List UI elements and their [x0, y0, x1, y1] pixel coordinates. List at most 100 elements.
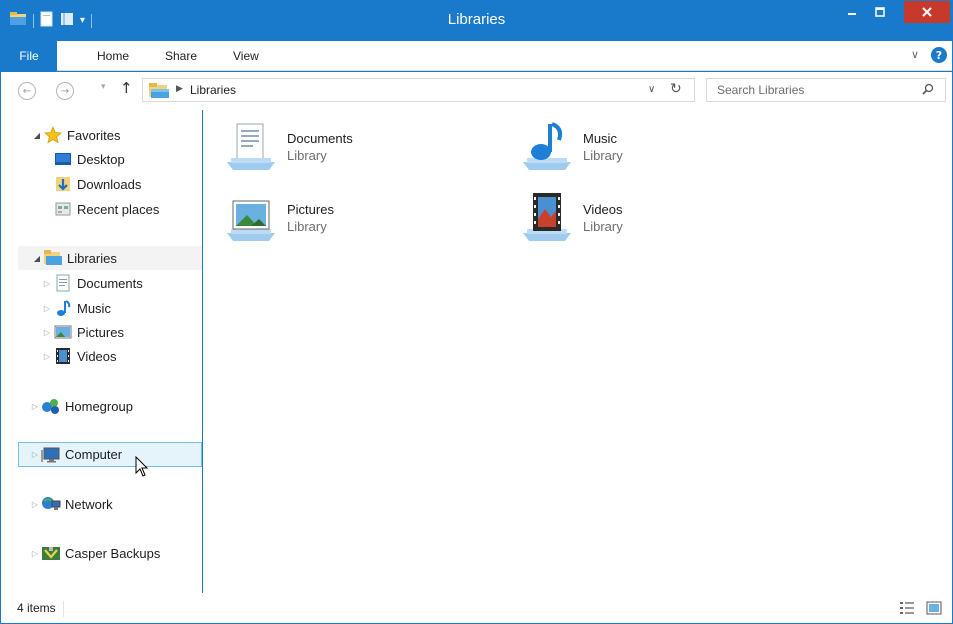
nav-pictures-label: Pictures — [77, 324, 124, 340]
nav-network[interactable]: ▷ Network — [29, 492, 113, 516]
refresh-icon[interactable]: ↻ — [670, 81, 682, 97]
tab-share[interactable]: Share — [165, 49, 197, 63]
tab-view[interactable]: View — [233, 49, 259, 63]
up-arrow-button[interactable]: ↑ — [120, 79, 133, 97]
pictures-icon — [53, 323, 73, 341]
status-separator — [63, 601, 64, 617]
library-type: Library — [287, 148, 327, 163]
expanded-arrow-icon[interactable]: ◢ — [31, 254, 43, 263]
nav-downloads[interactable]: Downloads — [53, 172, 141, 196]
nav-videos[interactable]: ▷ Videos — [41, 344, 117, 368]
nav-libraries-label: Libraries — [67, 250, 117, 266]
title-bar: ▾ Libraries — [1, 1, 952, 41]
ribbon-tabs: File Home Share View ∨ ? — [1, 41, 952, 71]
recent-locations-dropdown[interactable]: ▾ — [101, 82, 106, 92]
forward-arrow-icon: → — [60, 85, 70, 97]
window-title: Libraries — [447, 11, 506, 28]
minimize-icon — [848, 13, 856, 15]
back-button[interactable]: ← — [18, 82, 36, 100]
mouse-cursor-icon — [135, 456, 149, 477]
close-button[interactable] — [904, 1, 950, 23]
breadcrumb-chevron-icon[interactable]: ▶ — [176, 84, 183, 94]
navigation-pane: ◢ Favorites Desktop Downloads Recent pla… — [1, 110, 202, 593]
nav-computer[interactable]: ▷ Computer — [18, 442, 202, 467]
casper-backups-icon — [41, 544, 61, 562]
pictures-library-icon — [227, 200, 275, 241]
nav-music-label: Music — [77, 300, 111, 316]
close-icon — [922, 7, 932, 17]
downloads-icon — [53, 175, 73, 193]
music-icon — [53, 299, 73, 317]
details-view-icon — [900, 602, 914, 614]
computer-icon — [41, 446, 61, 464]
collapsed-arrow-icon[interactable]: ▷ — [29, 402, 41, 411]
help-icon[interactable]: ? — [931, 47, 947, 63]
tab-home[interactable]: Home — [97, 49, 129, 63]
library-name: Documents — [287, 131, 353, 146]
nav-documents[interactable]: ▷ Documents — [41, 271, 143, 295]
collapsed-arrow-icon[interactable]: ▷ — [41, 304, 53, 313]
content-pane: Documents Library Music Library Pictures… — [203, 110, 952, 593]
videos-library-icon — [523, 193, 571, 241]
minimize-button[interactable] — [839, 1, 865, 23]
address-dropdown-icon[interactable]: ∨ — [648, 84, 655, 95]
music-library-icon — [523, 122, 571, 170]
search-input[interactable] — [711, 81, 911, 99]
nav-documents-label: Documents — [77, 275, 143, 291]
nav-downloads-label: Downloads — [77, 176, 142, 192]
libraries-icon — [43, 249, 63, 267]
library-tile-pictures[interactable]: Pictures Library — [223, 189, 463, 245]
nav-favorites[interactable]: ◢ Favorites — [31, 123, 120, 147]
maximize-icon — [875, 7, 885, 17]
tab-file[interactable]: File — [1, 41, 57, 71]
nav-homegroup[interactable]: ▷ Homegroup — [29, 394, 133, 418]
nav-music[interactable]: ▷ Music — [41, 296, 111, 320]
navigation-bar: ← → ▾ ↑ ▶ Libraries ∨ ↻ — [1, 72, 952, 110]
item-count: 4 items — [17, 601, 56, 615]
desktop-icon — [53, 150, 73, 168]
expanded-arrow-icon[interactable]: ◢ — [31, 131, 43, 140]
library-tile-music[interactable]: Music Library — [519, 118, 759, 174]
recent-places-icon — [53, 200, 73, 218]
search-icon[interactable] — [921, 83, 935, 100]
nav-favorites-label: Favorites — [67, 127, 121, 143]
collapsed-arrow-icon[interactable]: ▷ — [29, 450, 41, 459]
collapsed-arrow-icon[interactable]: ▷ — [41, 279, 53, 288]
maximize-button[interactable] — [867, 1, 893, 23]
collapsed-arrow-icon[interactable]: ▷ — [29, 549, 41, 558]
nav-computer-label: Computer — [65, 447, 123, 462]
collapsed-arrow-icon[interactable]: ▷ — [29, 500, 41, 509]
nav-libraries[interactable]: ◢ Libraries — [18, 246, 202, 270]
nav-desktop-label: Desktop — [77, 151, 125, 167]
network-icon — [41, 495, 61, 513]
nav-recent-places[interactable]: Recent places — [53, 197, 159, 221]
library-tile-videos[interactable]: Videos Library — [519, 189, 759, 245]
library-type: Library — [287, 219, 327, 234]
search-box[interactable] — [706, 78, 946, 102]
libraries-icon — [148, 83, 170, 102]
nav-videos-label: Videos — [77, 348, 117, 364]
collapsed-arrow-icon[interactable]: ▷ — [41, 352, 53, 361]
breadcrumb-libraries[interactable]: Libraries — [190, 83, 236, 97]
back-arrow-icon: ← — [22, 85, 32, 97]
collapsed-arrow-icon[interactable]: ▷ — [41, 328, 53, 337]
forward-button[interactable]: → — [56, 82, 74, 100]
library-name: Videos — [583, 202, 623, 217]
nav-casper-backups-label: Casper Backups — [65, 545, 161, 561]
nav-recent-places-label: Recent places — [77, 201, 160, 217]
explorer-window: ▾ Libraries File Home Share View ∨ ? ← →… — [0, 0, 953, 624]
address-bar[interactable]: ▶ Libraries ∨ ↻ — [142, 78, 695, 102]
documents-library-icon — [227, 123, 275, 170]
nav-desktop[interactable]: Desktop — [53, 147, 125, 171]
documents-icon — [53, 274, 73, 292]
nav-pictures[interactable]: ▷ Pictures — [41, 320, 124, 344]
library-type: Library — [583, 219, 623, 234]
library-tile-documents[interactable]: Documents Library — [223, 118, 463, 174]
library-name: Music — [583, 131, 617, 146]
nav-homegroup-label: Homegroup — [65, 398, 133, 414]
nav-casper-backups[interactable]: ▷ Casper Backups — [29, 541, 160, 565]
status-bar: 4 items — [1, 593, 952, 623]
details-view-button[interactable] — [899, 600, 915, 616]
large-icons-view-button[interactable] — [926, 600, 942, 616]
expand-ribbon-icon[interactable]: ∨ — [911, 48, 919, 61]
